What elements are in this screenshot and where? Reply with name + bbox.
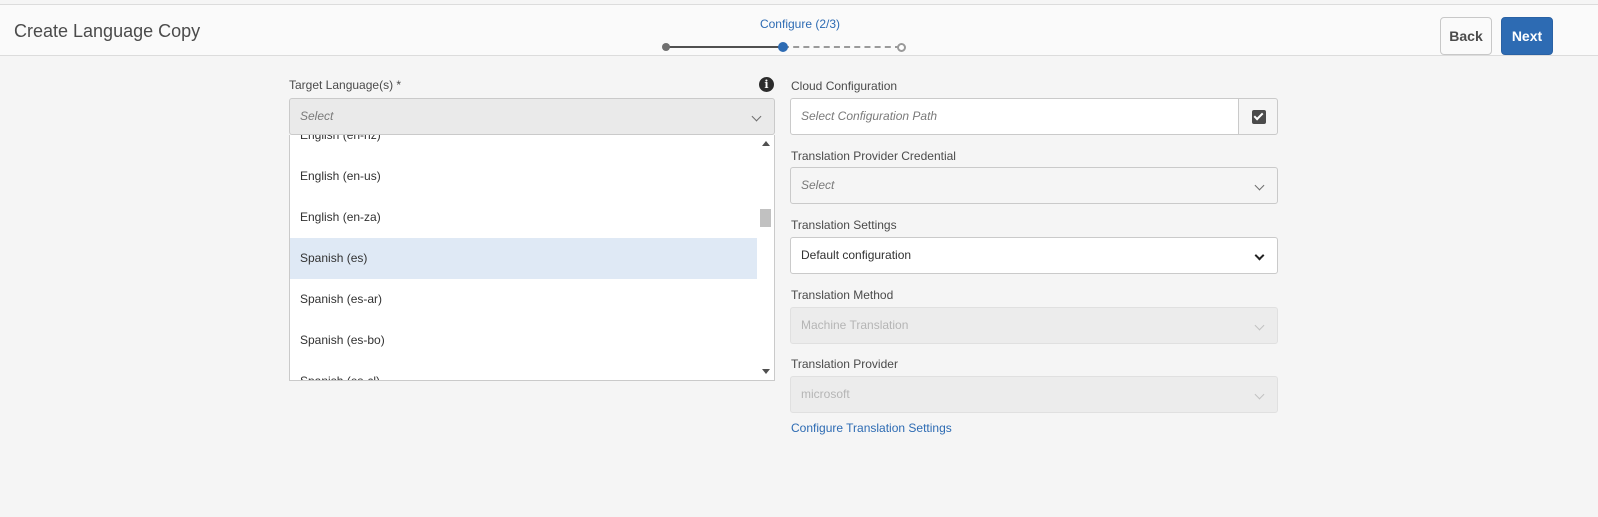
translation-provider-label: Translation Provider	[791, 357, 898, 371]
back-button[interactable]: Back	[1440, 17, 1492, 55]
provider-credential-placeholder: Select	[801, 178, 835, 192]
provider-credential-label: Translation Provider Credential	[791, 149, 956, 163]
list-item-selected[interactable]: Spanish (es)	[290, 238, 758, 279]
translation-settings-label: Translation Settings	[791, 218, 897, 232]
checkbox-icon	[1252, 110, 1266, 124]
configuration-path-input[interactable]: Select Configuration Path	[790, 98, 1239, 135]
translation-settings-select[interactable]: Default configuration	[790, 237, 1278, 274]
next-button[interactable]: Next	[1501, 17, 1553, 55]
language-dropdown-list: English (en-nz) English (en-us) English …	[289, 135, 775, 381]
list-item[interactable]: Spanish (es-bo)	[290, 320, 758, 361]
provider-credential-select[interactable]: Select	[790, 167, 1278, 204]
info-icon[interactable]: i	[759, 77, 774, 92]
step-2-dot-current	[778, 42, 788, 52]
translation-method-select: Machine Translation	[790, 307, 1278, 344]
scroll-down-arrow-icon[interactable]	[762, 369, 770, 374]
chevron-down-icon	[1254, 320, 1265, 331]
scrollbar-thumb[interactable]	[760, 209, 771, 227]
chevron-down-icon	[1254, 389, 1265, 400]
translation-method-value: Machine Translation	[801, 318, 909, 332]
list-item[interactable]: Spanish (es-cl)	[290, 361, 758, 380]
chevron-down-icon	[751, 111, 762, 122]
translation-provider-select: microsoft	[790, 376, 1278, 413]
list-item[interactable]: English (en-nz)	[290, 135, 758, 156]
scroll-up-arrow-icon[interactable]	[762, 141, 770, 146]
step-3-dot	[897, 43, 906, 52]
chevron-down-icon	[1254, 250, 1265, 261]
configuration-path-picker-button[interactable]	[1238, 98, 1278, 135]
list-item[interactable]: English (en-us)	[290, 156, 758, 197]
target-language-placeholder: Select	[300, 109, 334, 123]
cloud-configuration-label: Cloud Configuration	[791, 79, 898, 93]
list-item[interactable]: English (en-za)	[290, 197, 758, 238]
page-title: Create Language Copy	[14, 21, 201, 41]
step-1-dot	[662, 43, 670, 51]
configuration-path-placeholder: Select Configuration Path	[801, 109, 938, 123]
configure-translation-settings-link[interactable]: Configure Translation Settings	[791, 421, 952, 435]
list-item[interactable]: Spanish (es-ar)	[290, 279, 758, 320]
target-language-select[interactable]: Select	[289, 98, 775, 135]
target-language-label: Target Language(s) *	[289, 78, 402, 92]
scrollbar[interactable]	[757, 135, 774, 380]
translation-settings-value: Default configuration	[801, 248, 912, 262]
translation-provider-value: microsoft	[801, 387, 850, 401]
translation-method-label: Translation Method	[791, 288, 894, 302]
wizard-header: Create Language Copy Configure (2/3) Bac…	[0, 4, 1598, 56]
step-progress-line-pending	[783, 46, 901, 48]
wizard-step-label: Configure (2/3)	[759, 17, 841, 31]
chevron-down-icon	[1254, 180, 1265, 191]
step-progress-line-completed	[666, 46, 783, 48]
